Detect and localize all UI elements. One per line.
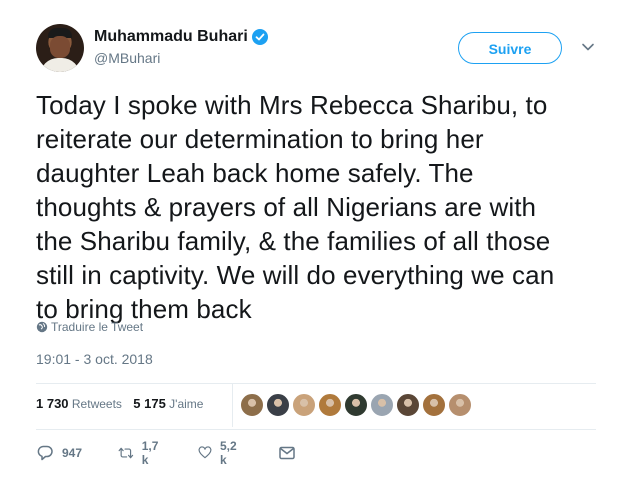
like-count: 5,2 k: [219, 439, 237, 467]
translate-label: Traduire le Tweet: [51, 320, 144, 334]
retweet-icon: [118, 447, 134, 459]
globe-icon: [36, 321, 48, 333]
tweet-text-line: Today I spoke with Mrs Rebecca Sharibu, …: [36, 90, 548, 120]
liker-avatar[interactable]: [396, 393, 420, 417]
reply-icon: [37, 445, 53, 461]
likes-count: 5 175: [133, 396, 166, 411]
likes-label: J'aime: [169, 397, 204, 411]
reply-button[interactable]: 947: [36, 443, 82, 463]
liker-avatar[interactable]: [318, 393, 342, 417]
liker-avatar[interactable]: [448, 393, 472, 417]
direct-message-button[interactable]: [278, 443, 304, 463]
liker-avatar[interactable]: [292, 393, 316, 417]
retweet-count: 1,7 k: [141, 439, 159, 467]
envelope-icon: [279, 446, 295, 460]
tweet-timestamp[interactable]: 19:01 - 3 oct. 2018: [36, 351, 153, 367]
divider: [36, 383, 596, 384]
chevron-down-icon[interactable]: [581, 40, 595, 54]
tweet-text-line: daughter Leah back home safely. The: [36, 158, 474, 188]
tweet-text: Today I spoke with Mrs Rebecca Sharibu, …: [36, 88, 602, 326]
tweet-stats: 1 730 Retweets 5 175 J'aime: [36, 396, 211, 416]
stats-separator: [232, 383, 233, 427]
liker-avatar[interactable]: [370, 393, 394, 417]
retweets-stat[interactable]: 1 730 Retweets: [36, 396, 122, 411]
avatar[interactable]: [36, 24, 84, 72]
like-button[interactable]: 5,2 k: [198, 439, 241, 467]
translate-tweet-link[interactable]: Traduire le Tweet: [36, 320, 143, 334]
tweet-text-line: reiterate our determination to bring her: [36, 124, 484, 154]
liker-avatar[interactable]: [422, 393, 446, 417]
user-handle[interactable]: @MBuhari: [94, 50, 268, 66]
user-info: Muhammadu Buhari @MBuhari: [94, 28, 268, 66]
tweet-text-line: still in captivity. We will do everythin…: [36, 260, 555, 290]
retweets-count: 1 730: [36, 396, 69, 411]
follow-button[interactable]: Suivre: [458, 32, 562, 64]
user-name[interactable]: Muhammadu Buhari: [94, 28, 248, 46]
verified-badge-icon: [251, 29, 268, 45]
tweet-text-line: thoughts & prayers of all Nigerians are …: [36, 192, 537, 222]
retweet-button[interactable]: 1,7 k: [118, 439, 163, 467]
heart-icon: [198, 446, 212, 459]
liker-avatar[interactable]: [344, 393, 368, 417]
likes-stat[interactable]: 5 175 J'aime: [133, 396, 204, 411]
liker-avatar[interactable]: [240, 393, 264, 417]
retweets-label: Retweets: [71, 397, 122, 411]
tweet-text-line: the Sharibu family, & the families of al…: [36, 226, 551, 256]
liker-avatar[interactable]: [266, 393, 290, 417]
reply-count: 947: [62, 446, 83, 460]
tweet-header: Muhammadu Buhari @MBuhari Suivre: [36, 24, 602, 76]
divider: [36, 429, 596, 430]
